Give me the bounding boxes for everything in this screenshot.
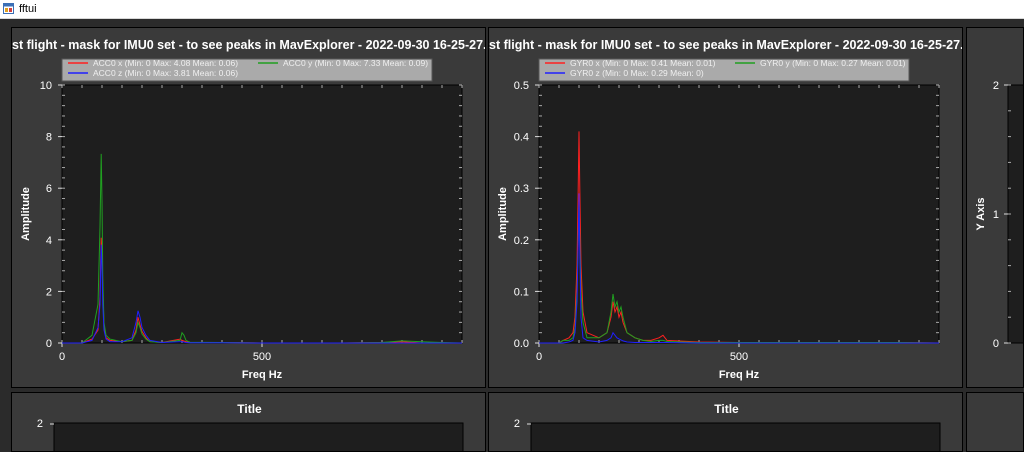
bottom-middle-plot-area	[530, 422, 941, 451]
acc-fft-panel: st flight - mask for IMU0 set - to see p…	[11, 27, 486, 388]
acc-x-tick-label: 500	[253, 351, 271, 363]
bottom-right-plot-panel	[966, 392, 1024, 452]
gyr-y-tick-label: 0.5	[514, 80, 529, 92]
gyr-plot-area	[538, 84, 940, 344]
gyr-x-tick-label: 500	[730, 351, 748, 363]
right-plot-panel: 0 1 2 Y Axis	[966, 27, 1024, 388]
gyr-legend: GYR0 x (Min: 0 Max: 0.41 Mean: 0.01) GYR0…	[538, 58, 910, 82]
acc-y-tick-label: 8	[46, 132, 52, 144]
gyr-y-axis-label: Amplitude	[497, 187, 509, 241]
gyr-x-tick-label: 0	[536, 351, 542, 363]
acc-x-tick-label: 0	[59, 351, 65, 363]
acc-y-tick-label: 2	[46, 286, 52, 298]
right-y-tick-label: 0	[993, 338, 999, 350]
gyr-legend-entry: GYR0 z (Min: 0 Max: 0.29 Mean: 0)	[570, 68, 704, 78]
acc-y-axis-label: Amplitude	[20, 187, 32, 241]
gyr-legend-entry: GYR0 x (Min: 0 Max: 0.41 Mean: 0.01)	[570, 58, 716, 68]
gyr-fft-panel: st flight - mask for IMU0 set - to see p…	[488, 27, 963, 388]
gyr-y-tick-label: 0.4	[514, 132, 529, 144]
acc-legend: ACC0 x (Min: 0 Max: 4.08 Mean: 0.06) ACC0…	[61, 58, 433, 82]
bottom-middle-y-tick-label: 2	[514, 418, 520, 430]
app-icon	[3, 3, 14, 14]
acc-y-tick-label: 0	[46, 338, 52, 350]
acc-legend-entry: ACC0 y (Min: 0 Max: 7.33 Mean: 0.09)	[283, 58, 428, 68]
bottom-left-plot-area	[53, 422, 464, 451]
acc-fft-chart[interactable]: 0 2 4 6 8 10 0 500 Freq Hz Amplitude ACC0 x (Min: …	[12, 28, 486, 388]
gyr-fft-chart[interactable]: 0.0 0.1 0.2 0.3 0.4 0.5 0 500 Freq Hz Amplitude GY…	[489, 28, 963, 388]
window-titlebar: fftui	[0, 0, 1024, 19]
acc-plot-area	[61, 84, 463, 344]
bottom-left-plot-panel: Title 2	[11, 392, 486, 452]
bottom-left-chart[interactable]: 2	[12, 393, 486, 452]
acc-y-tick-label: 6	[46, 183, 52, 195]
acc-y-tick-label: 4	[46, 235, 52, 247]
gyr-y-tick-label: 0.1	[514, 286, 529, 298]
gyr-y-tick-label: 0.2	[514, 235, 529, 247]
right-y-axis-label: Y Axis	[975, 197, 987, 230]
acc-x-axis-label: Freq Hz	[242, 369, 283, 381]
right-y-tick-label: 2	[993, 80, 999, 92]
gyr-legend-entry: GYR0 y (Min: 0 Max: 0.27 Mean: 0.01)	[760, 58, 906, 68]
right-empty-chart[interactable]: 0 1 2 Y Axis	[967, 28, 1024, 388]
window-title: fftui	[19, 3, 37, 15]
gyr-x-axis-label: Freq Hz	[719, 369, 760, 381]
gyr-y-tick-label: 0.0	[514, 338, 529, 350]
bottom-left-y-tick-label: 2	[37, 418, 43, 430]
bottom-middle-chart[interactable]: 2	[489, 393, 963, 452]
acc-y-tick-label: 10	[40, 80, 52, 92]
right-y-tick-label: 1	[993, 209, 999, 221]
gyr-y-tick-label: 0.3	[514, 183, 529, 195]
acc-legend-entry: ACC0 z (Min: 0 Max: 3.81 Mean: 0.06)	[93, 68, 238, 78]
bottom-middle-plot-panel: Title 2	[488, 392, 963, 452]
acc-legend-entry: ACC0 x (Min: 0 Max: 4.08 Mean: 0.06)	[93, 58, 238, 68]
